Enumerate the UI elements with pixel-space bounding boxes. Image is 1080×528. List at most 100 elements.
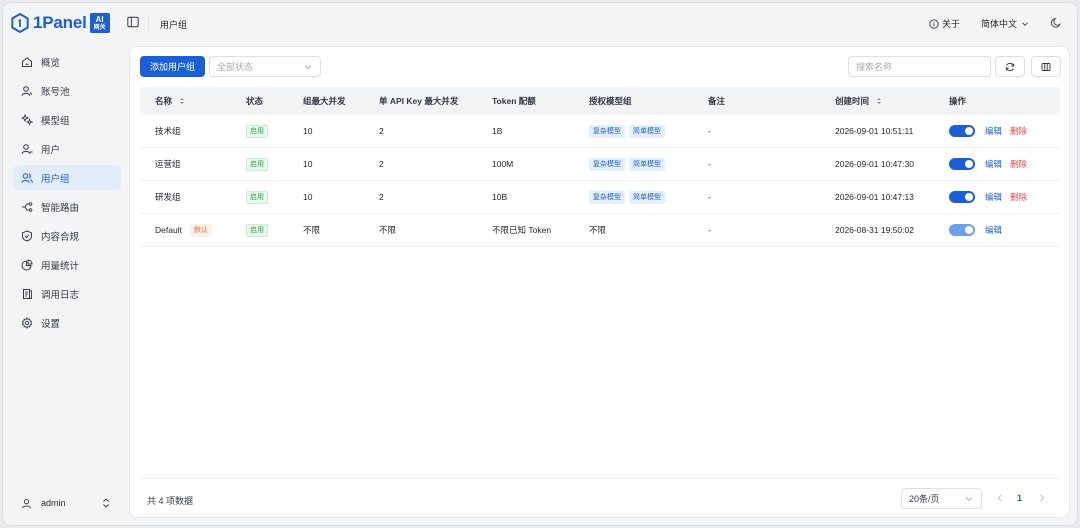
edit-link[interactable]: 编辑 <box>985 224 1002 236</box>
column-header-created[interactable]: 创建时间 <box>820 95 934 107</box>
remark: - <box>708 192 711 202</box>
group-name: Default <box>155 225 182 235</box>
sidebar-item-model-group[interactable]: 模型组 <box>13 107 121 132</box>
app-logo[interactable]: 1Panel AI 网关 <box>11 13 110 33</box>
group-name: 研发组 <box>155 192 181 202</box>
enable-toggle[interactable] <box>949 224 975 236</box>
info-icon <box>929 18 939 29</box>
total-count: 共 4 项数据 <box>147 496 194 506</box>
delete-link[interactable]: 删除 <box>1010 158 1027 170</box>
main-card: 添加用户组 全部状态 名称 状态 组最大并发 单 API Key 最大并发 To… <box>129 46 1070 518</box>
add-user-group-button[interactable]: 添加用户组 <box>140 56 205 77</box>
sidebar-item-label: 模型组 <box>41 115 70 127</box>
refresh-button[interactable] <box>995 56 1025 77</box>
edit-link[interactable]: 编辑 <box>985 158 1002 170</box>
column-header-remark: 备注 <box>708 96 726 106</box>
max-concurrency: 10 <box>303 126 313 136</box>
enable-toggle[interactable] <box>949 158 975 170</box>
log-icon <box>23 288 32 299</box>
edit-link[interactable]: 编辑 <box>985 191 1002 203</box>
chevron-left-icon[interactable] <box>996 493 1004 503</box>
user-group-icon <box>21 172 33 183</box>
status-badge: 启用 <box>246 157 268 171</box>
max-concurrency: 不限 <box>303 225 321 235</box>
column-header-max-concurrency: 组最大并发 <box>303 96 346 106</box>
status-badge: 启用 <box>246 124 268 138</box>
delete-link[interactable]: 删除 <box>1010 191 1027 203</box>
user-menu[interactable]: admin <box>13 491 121 515</box>
sidebar-item-users[interactable]: 用户 <box>13 136 121 161</box>
enable-toggle[interactable] <box>949 191 975 203</box>
sidebar-item-compliance[interactable]: 内容合规 <box>13 223 121 248</box>
page-number[interactable]: 1 <box>1017 493 1022 503</box>
page-size-label: 20条/页 <box>909 494 940 504</box>
remark: - <box>708 126 711 136</box>
default-badge: 默认 <box>189 223 212 237</box>
model-tag: 复杂模型 <box>589 157 625 171</box>
token-quota: 1B <box>492 126 503 136</box>
max-concurrency: 10 <box>303 159 313 169</box>
home-icon <box>22 56 32 67</box>
column-header-key-concurrency: 单 API Key 最大并发 <box>379 96 459 106</box>
group-name: 技术组 <box>155 126 181 136</box>
logo-text: 1Panel <box>33 13 87 32</box>
model-tag: 简单模型 <box>629 157 665 171</box>
about-button[interactable]: 关于 <box>929 17 960 30</box>
edit-link[interactable]: 编辑 <box>985 125 1002 137</box>
sidebar-nav: 概览 账号池 模型组 用户 用户组 智能路由 内容合规 用量统计 调用日志 设置 <box>13 49 121 339</box>
pie-chart-icon <box>21 258 33 270</box>
footer-divider <box>140 478 1060 479</box>
shield-icon <box>22 229 32 242</box>
sidebar-item-label: 概览 <box>41 57 61 69</box>
enable-toggle[interactable] <box>949 125 975 137</box>
model-tag: 复杂模型 <box>589 190 625 204</box>
breadcrumb: 用户组 <box>160 20 188 30</box>
sort-icon <box>180 98 185 104</box>
status-badge: 启用 <box>246 190 268 204</box>
sidebar-item-settings[interactable]: 设置 <box>13 310 121 335</box>
moon-icon[interactable] <box>1050 17 1062 29</box>
table-row: 技术组 启用 10 2 1B 复杂模型 简单模型 - 2026-09-01 10… <box>140 115 1060 148</box>
badge-bottom-text: 网关 <box>93 24 106 31</box>
sidebar-item-smart-routing[interactable]: 智能路由 <box>13 194 121 219</box>
username: admin <box>41 498 66 508</box>
app-window: 1Panel AI 网关 用户组 关于 简体中文 概览 账号池 模型组 用户 用… <box>2 2 1078 526</box>
breadcrumb-divider <box>148 16 149 30</box>
language-select[interactable]: 简体中文 <box>981 17 1029 30</box>
models-text: 不限 <box>589 225 607 235</box>
sidebar-item-label: 智能路由 <box>41 202 80 214</box>
key-concurrency: 2 <box>379 126 384 136</box>
sidebar-item-account-pool[interactable]: 账号池 <box>13 78 121 103</box>
token-quota: 10B <box>492 192 508 202</box>
key-concurrency: 不限 <box>379 225 397 235</box>
top-bar: 1Panel AI 网关 用户组 关于 简体中文 <box>3 3 1077 43</box>
status-filter-select[interactable]: 全部状态 <box>209 56 321 77</box>
column-header-actions: 操作 <box>949 96 967 106</box>
column-header-name[interactable]: 名称 <box>140 95 231 107</box>
remark: - <box>708 225 711 235</box>
token-quota: 不限已知 Token <box>492 225 552 235</box>
token-quota: 100M <box>492 159 514 169</box>
key-concurrency: 2 <box>379 159 384 169</box>
created-time: 2026-09-01 10:47:13 <box>835 192 914 202</box>
table-header: 名称 状态 组最大并发 单 API Key 最大并发 Token 配额 授权模型… <box>140 87 1060 115</box>
page-size-select[interactable]: 20条/页 <box>901 488 982 509</box>
sidebar-item-label: 内容合规 <box>41 231 80 243</box>
chevron-down-icon <box>965 497 973 502</box>
table-row: 运营组 启用 10 2 100M 复杂模型 简单模型 - 2026-09-01 … <box>140 148 1060 181</box>
sidebar-item-user-group[interactable]: 用户组 <box>13 165 121 190</box>
user-icon <box>21 143 33 154</box>
columns-button[interactable] <box>1031 56 1061 77</box>
language-label: 简体中文 <box>981 19 1018 29</box>
chevron-right-icon[interactable] <box>1038 493 1046 503</box>
model-tag: 复杂模型 <box>589 124 625 138</box>
sidebar-item-usage-stats[interactable]: 用量统计 <box>13 252 121 277</box>
status-filter-placeholder: 全部状态 <box>217 62 254 72</box>
sidebar-toggle-icon[interactable] <box>127 16 139 28</box>
created-time: 2026-08-31 19:50:02 <box>835 225 914 235</box>
sidebar-item-call-logs[interactable]: 调用日志 <box>13 281 121 306</box>
model-group-icon <box>21 113 33 126</box>
sidebar-item-overview[interactable]: 概览 <box>13 49 121 74</box>
delete-link[interactable]: 删除 <box>1010 125 1027 137</box>
search-input[interactable] <box>848 56 991 77</box>
